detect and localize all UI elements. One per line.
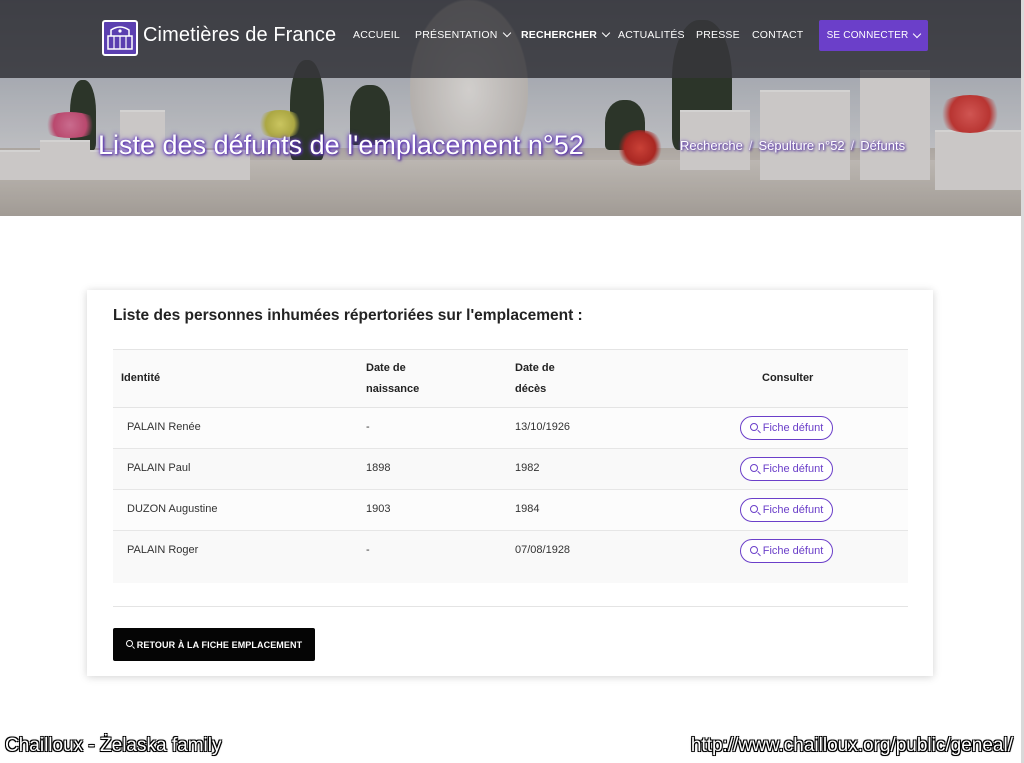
col-death-line1: Date de	[515, 362, 555, 374]
card-heading: Liste des personnes inhumées répertoriée…	[113, 307, 583, 324]
site-logo[interactable]	[102, 20, 138, 56]
cell-identity: DUZON Augustine	[127, 503, 218, 515]
cell-birth: -	[366, 421, 370, 433]
fiche-defunt-button[interactable]: Fiche défunt	[740, 416, 833, 440]
cell-identity: PALAIN Renée	[127, 421, 201, 433]
col-birth: Date de naissance	[366, 358, 419, 400]
breadcrumb-separator: /	[748, 138, 753, 153]
table-row: PALAIN Roger - 07/08/1928 Fiche défunt	[113, 531, 908, 572]
nav-actualites[interactable]: ACTUALITÉS	[618, 29, 685, 41]
breadcrumb-recherche[interactable]: Recherche	[680, 138, 743, 153]
col-death-line2: décès	[515, 383, 547, 395]
nav-label: PRESSE	[696, 29, 740, 41]
nav-rechercher[interactable]: RECHERCHER	[521, 28, 611, 41]
fiche-defunt-button[interactable]: Fiche défunt	[740, 498, 833, 522]
cell-identity: PALAIN Roger	[127, 544, 199, 556]
card-divider	[113, 606, 908, 607]
nav-label: CONTACT	[752, 29, 804, 41]
fiche-label: Fiche défunt	[762, 422, 824, 434]
fiche-label: Fiche défunt	[762, 504, 824, 516]
nav-presse[interactable]: PRESSE	[696, 29, 740, 41]
chevron-down-icon	[601, 28, 611, 38]
cell-death: 13/10/1926	[515, 421, 571, 433]
col-birth-line2: naissance	[366, 383, 420, 395]
cell-birth: 1903	[366, 503, 391, 515]
nav-label: PRÉSENTATION	[415, 29, 498, 41]
nav-accueil[interactable]: ACCUEIL	[353, 29, 400, 41]
breadcrumb-separator: /	[850, 138, 855, 153]
search-icon	[749, 546, 758, 554]
login-button[interactable]: SE CONNECTER	[819, 20, 928, 51]
nav-contact[interactable]: CONTACT	[752, 29, 803, 41]
cemetery-gate-icon	[107, 26, 133, 50]
burials-table: Identité Date de naissance Date de décès…	[113, 349, 908, 583]
cell-death: 1984	[515, 503, 540, 515]
col-birth-line1: Date de	[366, 362, 406, 374]
cell-death: 1982	[515, 462, 540, 474]
nav-label: ACTUALITÉS	[618, 29, 685, 41]
chevron-down-icon	[913, 29, 922, 38]
table-row: DUZON Augustine 1903 1984 Fiche défunt	[113, 490, 908, 531]
nav-label: RECHERCHER	[521, 29, 598, 41]
cell-death: 07/08/1928	[515, 544, 571, 556]
breadcrumb: Recherche / Sépulture n°52 / Défunts	[680, 138, 905, 153]
fiche-defunt-button[interactable]: Fiche défunt	[740, 539, 833, 563]
breadcrumb-defunts: Défunts	[860, 138, 906, 153]
top-navbar: Cimetières de France ACCUEIL PRÉSENTATIO…	[0, 0, 1021, 78]
chevron-down-icon	[502, 28, 511, 38]
back-to-location-button[interactable]: RETOUR À LA FICHE EMPLACEMENT	[113, 628, 315, 661]
fiche-defunt-button[interactable]: Fiche défunt	[740, 457, 833, 481]
search-icon	[125, 640, 133, 647]
back-label: RETOUR À LA FICHE EMPLACEMENT	[136, 639, 303, 650]
nav-presentation[interactable]: PRÉSENTATION	[415, 28, 511, 41]
col-consult: Consulter	[762, 372, 814, 384]
table-header: Identité Date de naissance Date de décès…	[113, 350, 908, 408]
search-icon	[749, 505, 758, 513]
col-death: Date de décès	[515, 358, 555, 400]
nav-label: ACCUEIL	[353, 29, 400, 41]
burial-list-card: Liste des personnes inhumées répertoriée…	[87, 290, 933, 676]
page-title: Liste des défunts de l'emplacement n°52	[98, 130, 584, 160]
table-row: PALAIN Paul 1898 1982 Fiche défunt	[113, 449, 908, 490]
login-label: SE CONNECTER	[826, 30, 909, 41]
site-brand[interactable]: Cimetières de France	[143, 24, 336, 47]
col-identity: Identité	[121, 372, 161, 384]
table-row: PALAIN Renée - 13/10/1926 Fiche défunt	[113, 408, 908, 449]
cell-identity: PALAIN Paul	[127, 462, 191, 474]
caption-url: http://www.chailloux.org/public/geneal/	[690, 735, 1013, 756]
search-icon	[749, 423, 758, 431]
fiche-label: Fiche défunt	[762, 545, 824, 557]
search-icon	[749, 464, 758, 472]
caption-family: Chailloux - Żelaska family	[5, 735, 222, 756]
cell-birth: -	[366, 544, 370, 556]
fiche-label: Fiche défunt	[762, 463, 824, 475]
cell-birth: 1898	[366, 462, 391, 474]
breadcrumb-sepulture[interactable]: Sépulture n°52	[759, 138, 845, 153]
